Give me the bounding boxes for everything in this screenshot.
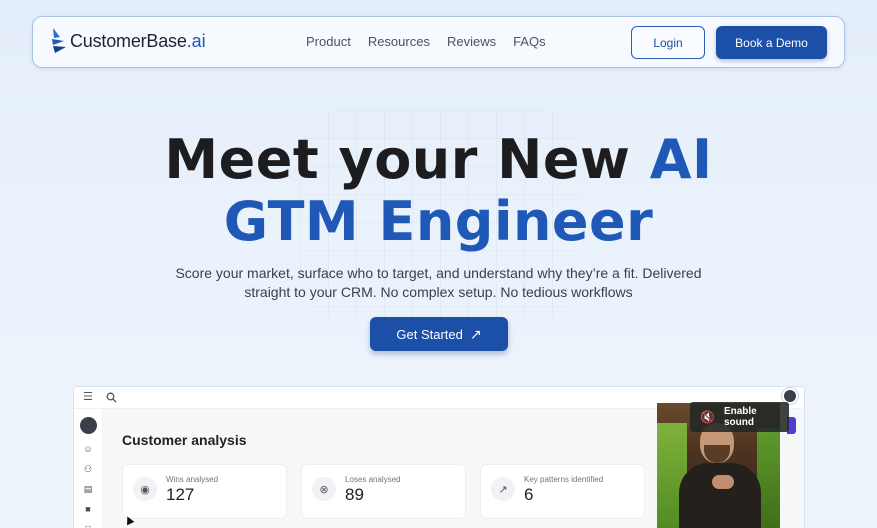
stat-label: Wins analysed	[166, 475, 219, 484]
get-started-label: Get Started	[396, 326, 463, 342]
stat-card-wins[interactable]: ◉ Wins analysed 127	[122, 464, 287, 519]
stat-value: 89	[345, 485, 364, 504]
book-demo-button[interactable]: Book a Demo	[716, 26, 827, 59]
stat-label: Loses analysed	[345, 475, 401, 484]
brand-logo[interactable]: CustomerBase .ai	[51, 25, 206, 57]
brand-name: CustomerBase	[70, 30, 187, 51]
nav-links: Product Resources Reviews FAQs	[306, 34, 563, 49]
enable-sound-label: Enable sound	[723, 406, 757, 428]
arrow-up-right-icon: ↗	[469, 325, 482, 342]
nav-link-faqs[interactable]: FAQs	[513, 34, 546, 49]
award-icon: ◉	[133, 477, 157, 501]
brand-suffix: .ai	[186, 30, 206, 51]
video-person-hand	[712, 475, 734, 489]
muted-speaker-icon: 🔇	[700, 410, 715, 424]
logo-icon	[52, 28, 66, 53]
stat-value: 6	[524, 485, 534, 504]
folder-icon[interactable]: □	[82, 523, 94, 528]
stat-card-patterns[interactable]: ↗ Key patterns identified 6	[480, 464, 645, 519]
user-circle-icon[interactable]: ☺	[82, 443, 94, 455]
search-icon[interactable]	[106, 392, 117, 403]
users-icon[interactable]: ⚇	[82, 463, 94, 475]
hero-subtitle-line2: straight to your CRM. No complex setup. …	[244, 284, 633, 300]
nav-link-reviews[interactable]: Reviews	[447, 34, 496, 49]
folder-filled-icon[interactable]: ■	[82, 503, 94, 515]
hero-headline-text: Meet your New	[164, 128, 631, 191]
stat-card-loses[interactable]: ⊗ Loses analysed 89	[301, 464, 466, 519]
menu-icon[interactable]: ☰	[83, 390, 93, 403]
enable-sound-button[interactable]: 🔇 Enable sound	[690, 402, 789, 432]
hero-subtitle-line1: Score your market, surface who to target…	[175, 265, 702, 281]
document-icon[interactable]: ▤	[82, 483, 94, 495]
avatar[interactable]	[80, 417, 97, 434]
hero-subtitle: Score your market, surface who to target…	[150, 264, 727, 302]
page-title: Customer analysis	[122, 432, 247, 448]
login-button[interactable]: Login	[631, 26, 705, 59]
video-person-body	[679, 463, 761, 528]
nav-link-product[interactable]: Product	[306, 34, 351, 49]
trend-up-icon: ↗	[491, 477, 515, 501]
x-circle-icon: ⊗	[312, 477, 336, 501]
stat-label: Key patterns identified	[524, 475, 604, 484]
app-sidebar: ☺ ⚇ ▤ ■ □	[74, 409, 103, 528]
hero-headline-line2: GTM Engineer	[223, 190, 654, 253]
stat-value: 127	[166, 485, 195, 504]
get-started-button[interactable]: Get Started ↗	[370, 317, 508, 351]
hero-headline-line1: Meet your New AI	[0, 128, 877, 191]
nav-link-resources[interactable]: Resources	[368, 34, 430, 49]
top-navbar: CustomerBase .ai Product Resources Review…	[32, 16, 845, 68]
hero-headline-accent: AI	[649, 128, 713, 191]
